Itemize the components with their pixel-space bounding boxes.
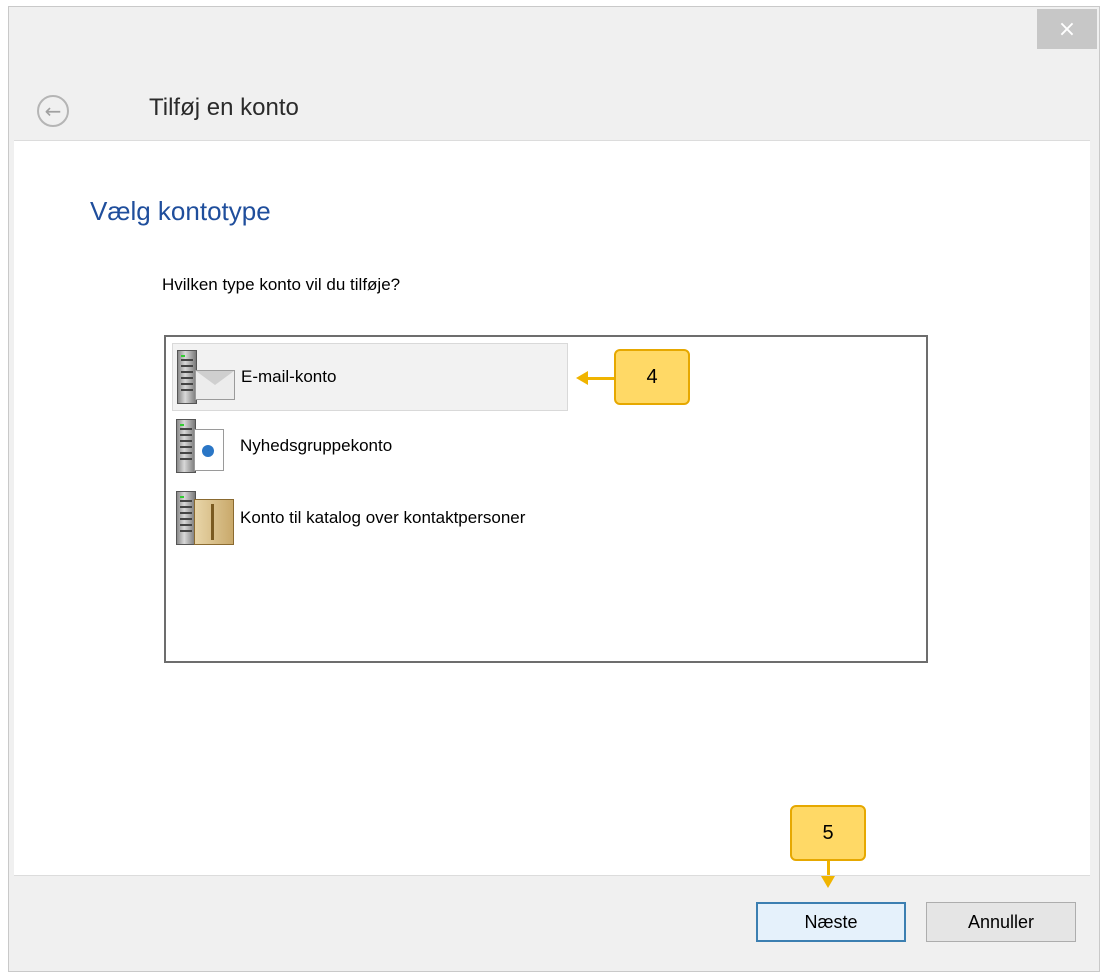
callout-step-4: 4 (614, 349, 690, 405)
account-type-list[interactable]: E-mail-konto Nyhedsgruppekonto Konto til… (164, 335, 928, 663)
title-bar: × ← Tilføj en konto (9, 7, 1099, 147)
back-arrow-icon: ← (44, 99, 62, 123)
directory-server-icon (172, 489, 234, 547)
back-button[interactable]: ← (37, 95, 69, 127)
callout-step-5: 5 (790, 805, 866, 861)
list-item-email-account[interactable]: E-mail-konto (172, 343, 568, 411)
item-label-newsgroup: Nyhedsgruppekonto (240, 436, 393, 455)
next-button[interactable]: Næste (756, 902, 906, 942)
item-label-directory: Konto til katalog over kontaktpersoner (240, 508, 526, 527)
callout-4-arrow-icon (576, 371, 588, 385)
question-label: Hvilken type konto vil du tilføje? (162, 275, 401, 294)
email-server-icon (173, 348, 235, 406)
window-title: Tilføj en konto (149, 94, 299, 121)
list-item-newsgroup-account[interactable]: Nyhedsgruppekonto (172, 413, 566, 479)
close-button[interactable]: × (1037, 9, 1097, 49)
footer-bar: Næste Annuller (14, 875, 1090, 966)
close-icon: × (1057, 16, 1077, 42)
callout-5-arrow-icon (821, 876, 835, 888)
callout-4-connector (588, 377, 614, 380)
list-item-directory-account[interactable]: Konto til katalog over kontaktpersoner (172, 483, 566, 553)
content-area: Vælg kontotype Hvilken type konto vil du… (14, 140, 1090, 875)
cancel-button[interactable]: Annuller (926, 902, 1076, 942)
newsgroup-server-icon (172, 417, 234, 475)
callout-5-connector (827, 861, 830, 875)
item-label-email: E-mail-konto (241, 367, 337, 386)
page-heading: Vælg kontotype (90, 196, 271, 226)
